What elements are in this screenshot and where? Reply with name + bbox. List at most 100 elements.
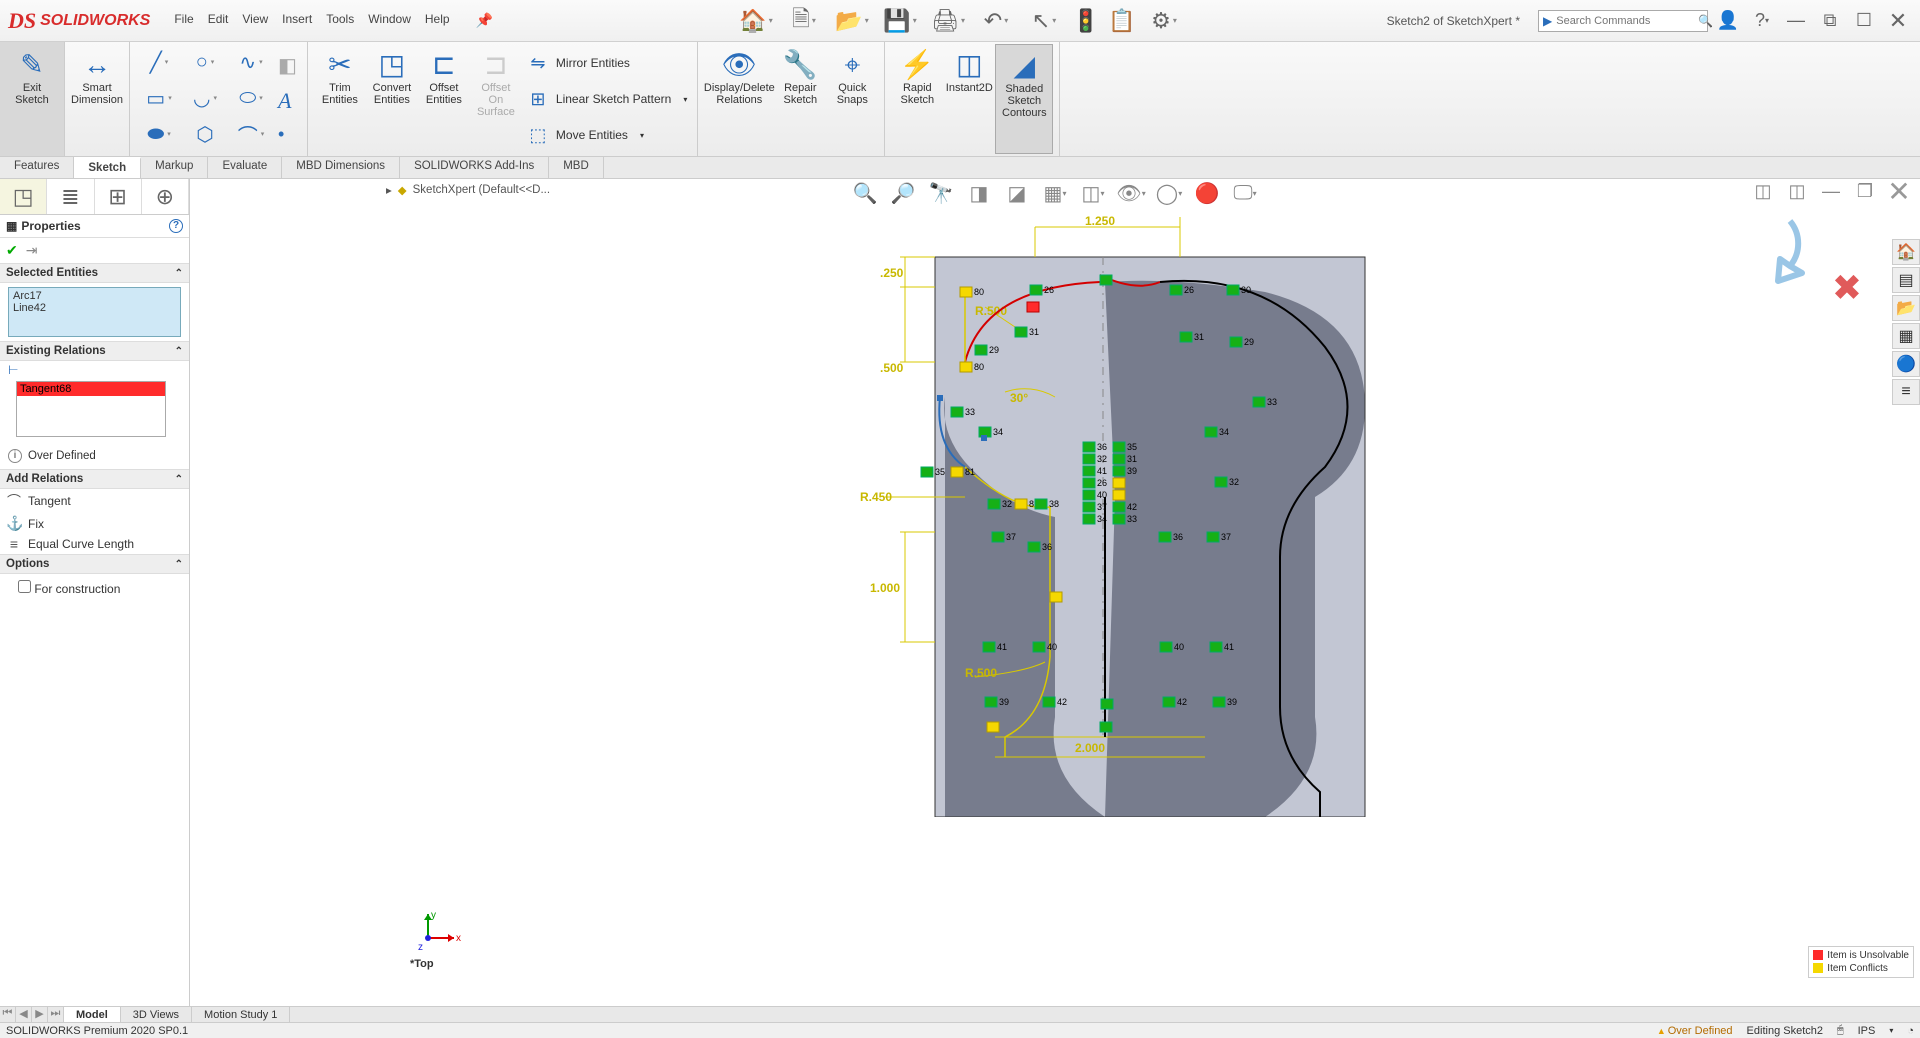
tab-mbd-dimensions[interactable]: MBD Dimensions <box>282 157 400 178</box>
print-icon[interactable]: 🖨▾ <box>928 3 968 39</box>
menu-help[interactable]: Help <box>425 12 450 29</box>
vp-prev-icon[interactable]: ◫ <box>1748 179 1778 203</box>
dim-r500[interactable]: R.500 <box>975 304 1007 318</box>
instant2d-button[interactable]: ◫ Instant2D <box>943 44 995 154</box>
tab-sketch[interactable]: Sketch <box>74 157 141 178</box>
add-relation-equal-curve[interactable]: ≡Equal Curve Length <box>6 534 189 554</box>
status-dropdown-icon[interactable]: ▾ <box>1889 1026 1893 1035</box>
undo-icon[interactable]: ↶▾ <box>976 3 1016 39</box>
tp-resources-icon[interactable]: 🏠 <box>1892 239 1920 265</box>
tp-view-palette-icon[interactable]: ▦ <box>1892 323 1920 349</box>
tab-features[interactable]: Features <box>0 157 74 178</box>
plane-tool[interactable]: ◧ <box>278 53 297 78</box>
search-input[interactable] <box>1556 15 1698 27</box>
options-list-icon[interactable]: 📋 <box>1108 3 1136 39</box>
pushpin-icon[interactable]: ⇥ <box>26 242 38 259</box>
tab-markup[interactable]: Markup <box>141 157 208 178</box>
status-mouse-icon[interactable]: 🖱 <box>1837 1024 1844 1037</box>
save-icon[interactable]: 💾▾ <box>880 3 920 39</box>
for-construction-checkbox[interactable]: For construction <box>0 574 189 602</box>
line-tool[interactable]: ╱▾ <box>136 44 182 80</box>
text-tool[interactable]: A <box>278 88 297 114</box>
menu-edit[interactable]: Edit <box>208 12 229 29</box>
menu-file[interactable]: File <box>174 12 193 29</box>
breadcrumb-expand-icon[interactable]: ▸ <box>386 183 392 197</box>
user-icon[interactable]: 👤 <box>1714 7 1742 35</box>
mirror-entities-button[interactable]: ⇋Mirror Entities <box>526 46 687 80</box>
open-icon[interactable]: 📂▾ <box>832 3 872 39</box>
vp-restore-icon[interactable]: ❐ <box>1850 179 1880 203</box>
tp-file-explorer-icon[interactable]: 📂 <box>1892 295 1920 321</box>
settings-gear-icon[interactable]: ⚙▾ <box>1144 3 1184 39</box>
tab-evaluate[interactable]: Evaluate <box>208 157 282 178</box>
add-relation-tangent[interactable]: ⌒Tangent <box>6 489 189 513</box>
magnifier-icon[interactable]: 🔍 <box>1698 14 1713 28</box>
property-tab[interactable]: ≣ <box>47 179 94 214</box>
menu-view[interactable]: View <box>242 12 268 29</box>
selected-entities-header[interactable]: Selected Entities⌃ <box>0 263 189 283</box>
help-icon[interactable]: ?▾ <box>1748 7 1776 35</box>
selected-entity-item[interactable]: Line42 <box>13 302 176 314</box>
select-icon[interactable]: ↖▾ <box>1024 3 1064 39</box>
move-entities-button[interactable]: ⬚Move Entities▾ <box>526 118 687 152</box>
exit-sketch-button[interactable]: ✎ Exit Sketch <box>6 44 58 154</box>
menu-window[interactable]: Window <box>368 12 411 29</box>
help-circle-icon[interactable]: ? <box>169 219 183 233</box>
sketch-drawing[interactable]: 1.250 .250 .500 1.000 2.000 R.500 R.450 … <box>705 197 1405 817</box>
add-relations-header[interactable]: Add Relations⌃ <box>0 469 189 489</box>
menu-insert[interactable]: Insert <box>282 12 312 29</box>
confirm-corner-cancel-icon[interactable]: ✖ <box>1832 267 1862 309</box>
trim-entities-button[interactable]: ✂ Trim Entities <box>314 44 366 154</box>
status-over-defined[interactable]: Over Defined <box>1657 1025 1733 1037</box>
spline-tool[interactable]: ∿▾ <box>228 44 274 80</box>
rectangle-tool[interactable]: ▭▾ <box>136 80 182 116</box>
convert-entities-button[interactable]: ◳ Convert Entities <box>366 44 418 154</box>
feature-tree-tab[interactable]: ◳ <box>0 179 47 214</box>
maximize-button[interactable]: ☐ <box>1850 7 1878 35</box>
existing-relations-header[interactable]: Existing Relations⌃ <box>0 341 189 361</box>
dim-30deg[interactable]: 30° <box>1010 391 1028 405</box>
tp-custom-props-icon[interactable]: ≡ <box>1892 379 1920 405</box>
tab-addins[interactable]: SOLIDWORKS Add-Ins <box>400 157 549 178</box>
smart-dimension-button[interactable]: ↔ Smart Dimension <box>71 44 123 154</box>
dim-1250[interactable]: 1.250 <box>1085 214 1115 228</box>
dimxpert-tab[interactable]: ⊕ <box>142 179 189 214</box>
shaded-sketch-contours-button[interactable]: ◢ Shaded Sketch Contours <box>995 44 1053 154</box>
vp-minimize-icon[interactable]: — <box>1816 179 1846 203</box>
status-sketch-icon[interactable]: ◔ <box>1907 1025 1914 1037</box>
restore-viewport-button[interactable]: ⧉ <box>1816 7 1844 35</box>
fillet-tool[interactable]: ⌒▾ <box>228 116 274 152</box>
status-units[interactable]: IPS <box>1858 1025 1876 1037</box>
confirm-corner-ok-icon[interactable] <box>1730 211 1810 291</box>
existing-relations-list[interactable]: Tangent68 <box>16 381 166 437</box>
search-commands[interactable]: ▶ 🔍 <box>1538 10 1708 32</box>
dim-r450[interactable]: R.450 <box>860 490 892 504</box>
dim-r500b[interactable]: R.500 <box>965 666 997 680</box>
quick-snaps-button[interactable]: ⌖ Quick Snaps <box>826 44 878 154</box>
new-icon[interactable]: 🗎▾ <box>784 3 824 39</box>
graphics-area[interactable]: ▸ ◆ SketchXpert (Default<<D... 🔍 🔎 🔭 ◨ ◪… <box>190 179 1920 1010</box>
relation-item-conflict[interactable]: Tangent68 <box>17 382 165 396</box>
pin-icon[interactable]: 📌 <box>476 12 493 29</box>
ellipse-tool[interactable]: ⬭▾ <box>228 80 274 116</box>
tp-library-icon[interactable]: ▤ <box>1892 267 1920 293</box>
arc-tool[interactable]: ◡▾ <box>182 80 228 116</box>
repair-sketch-button[interactable]: 🔧 Repair Sketch <box>774 44 826 154</box>
vp-next-icon[interactable]: ◫ <box>1782 179 1812 203</box>
options-header[interactable]: Options⌃ <box>0 554 189 574</box>
rapid-sketch-button[interactable]: ⚡ Rapid Sketch <box>891 44 943 154</box>
dim-1000[interactable]: 1.000 <box>870 581 900 595</box>
selected-entity-item[interactable]: Arc17 <box>13 290 176 302</box>
rebuild-traffic-icon[interactable]: 🚦 <box>1072 3 1100 39</box>
display-delete-relations-button[interactable]: 👁 Display/Delete Relations <box>704 44 774 154</box>
point-tool[interactable]: • <box>278 124 297 145</box>
selected-entities-list[interactable]: Arc17 Line42 <box>8 287 181 337</box>
ok-check-icon[interactable]: ✔ <box>6 242 18 259</box>
slot-tool[interactable]: ⬬▾ <box>136 116 182 152</box>
for-construction-input[interactable] <box>18 580 31 593</box>
dim-250[interactable]: .250 <box>880 266 904 280</box>
vp-close-icon[interactable]: ✕ <box>1884 179 1914 203</box>
minimize-button[interactable]: — <box>1782 7 1810 35</box>
breadcrumb[interactable]: ▸ ◆ SketchXpert (Default<<D... <box>386 179 550 201</box>
circle-tool[interactable]: ○▾ <box>182 44 228 80</box>
